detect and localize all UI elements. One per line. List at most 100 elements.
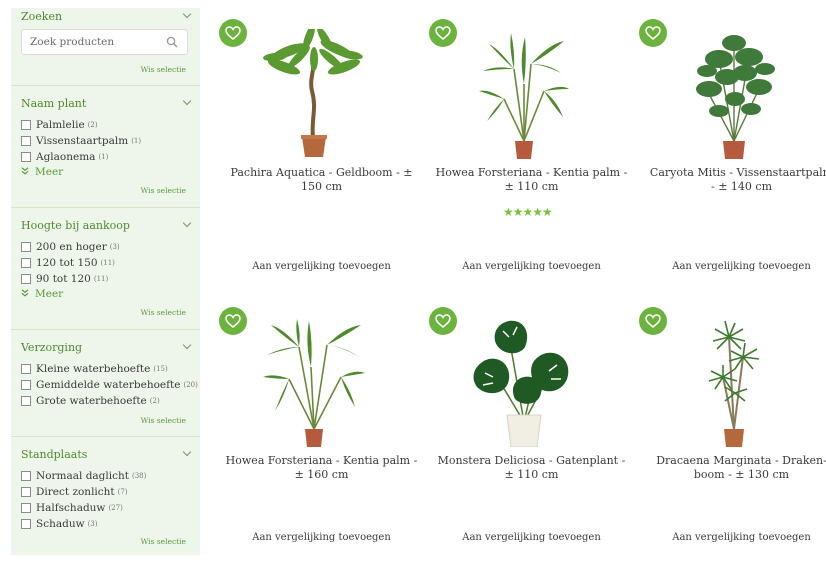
heart-icon xyxy=(225,314,241,328)
filter-option[interactable]: Gemiddelde waterbehoefte (20) xyxy=(21,379,198,391)
wishlist-heart-button[interactable] xyxy=(639,19,667,47)
rating-stars: ★★★★★ xyxy=(503,205,553,219)
filter-section-plant-name: Naam plant Palmlelie (2) Vissenstaartpalm… xyxy=(11,86,200,208)
filter-option-label: Grote waterbehoefte xyxy=(36,395,147,407)
filter-option[interactable]: Vissenstaartpalm (1) xyxy=(21,135,141,147)
product-card[interactable]: Howea Forsteriana - Kentia palm - ± 160 … xyxy=(219,307,424,563)
wishlist-heart-button[interactable] xyxy=(219,307,247,335)
search-icon[interactable] xyxy=(166,36,178,48)
product-title[interactable]: Dracaena Marginata - Draken- boom - ± 13… xyxy=(637,454,826,482)
filter-option[interactable]: Schaduw (3) xyxy=(21,518,98,530)
filter-section-location: Standplaats Normaal daglicht (38) Direct … xyxy=(11,437,200,555)
filter-title-plant-name[interactable]: Naam plant xyxy=(21,97,86,110)
filter-option-count: (20) xyxy=(183,381,198,389)
clear-selection-link[interactable]: Wis selectie xyxy=(141,308,186,317)
product-title[interactable]: Caryota Mitis - Vissenstaartpalm - ± 140… xyxy=(637,166,826,194)
add-to-compare-link[interactable]: Aan vergelijking toevoegen xyxy=(429,261,634,272)
product-title-line: boom - ± 130 cm xyxy=(693,468,790,481)
filter-option[interactable]: Palmlelie (2) xyxy=(21,119,98,131)
wishlist-heart-button[interactable] xyxy=(219,19,247,47)
add-to-compare-link[interactable]: Aan vergelijking toevoegen xyxy=(639,532,826,543)
clear-selection-link[interactable]: Wis selectie xyxy=(141,186,186,195)
checkbox[interactable] xyxy=(21,258,31,268)
checkbox[interactable] xyxy=(21,242,31,252)
filter-option[interactable]: 120 tot 150 (11) xyxy=(21,257,115,269)
product-title[interactable]: Howea Forsteriana - Kentia palm - ± 110 … xyxy=(427,166,636,194)
filter-option-count: (11) xyxy=(93,275,109,283)
filter-option-count: (3) xyxy=(87,520,98,528)
filter-section-search: Zoeken Wis selectie xyxy=(11,8,200,86)
chevron-down-icon[interactable] xyxy=(182,96,192,106)
chevron-down-icon[interactable] xyxy=(182,218,192,228)
product-title[interactable]: Monstera Deliciosa - Gatenplant - ± 110 … xyxy=(427,454,636,482)
add-to-compare-link[interactable]: Aan vergelijking toevoegen xyxy=(639,261,826,272)
monstera-plant-image xyxy=(473,320,569,447)
filter-option-label: Halfschaduw xyxy=(36,502,106,514)
checkbox[interactable] xyxy=(21,120,31,130)
wishlist-heart-button[interactable] xyxy=(429,307,457,335)
filter-option[interactable]: Direct zonlicht (7) xyxy=(21,486,128,498)
search-field[interactable] xyxy=(21,29,188,55)
filter-sidebar: Zoeken Wis selectie Naam plant Palmlelie… xyxy=(11,8,200,555)
filter-option-count: (27) xyxy=(108,504,123,512)
checkbox[interactable] xyxy=(21,471,31,481)
checkbox[interactable] xyxy=(21,503,31,513)
filter-title-care[interactable]: Verzorging xyxy=(21,341,82,354)
filter-title-search[interactable]: Zoeken xyxy=(21,10,62,23)
checkbox[interactable] xyxy=(21,487,31,497)
filter-option-count: (3) xyxy=(109,243,120,251)
caryota-plant-image xyxy=(696,35,775,159)
filter-title-location[interactable]: Standplaats xyxy=(21,448,87,461)
filter-option[interactable]: Grote waterbehoefte (2) xyxy=(21,395,160,407)
clear-selection-link[interactable]: Wis selectie xyxy=(141,65,186,74)
clear-selection-link[interactable]: Wis selectie xyxy=(141,416,186,425)
product-card[interactable]: Caryota Mitis - Vissenstaartpalm - ± 140… xyxy=(639,19,826,275)
heart-icon xyxy=(225,26,241,40)
filter-option[interactable]: 90 tot 120 (11) xyxy=(21,273,108,285)
filter-option[interactable]: Aglaonema (1) xyxy=(21,151,108,163)
filter-option-label: Palmlelie xyxy=(36,119,85,131)
filter-option[interactable]: Halfschaduw (27) xyxy=(21,502,123,514)
heart-icon xyxy=(435,26,451,40)
filter-option-label: 200 en hoger xyxy=(36,241,107,253)
wishlist-heart-button[interactable] xyxy=(429,19,457,47)
filter-option-count: (11) xyxy=(100,259,115,267)
checkbox[interactable] xyxy=(21,396,31,406)
checkbox[interactable] xyxy=(21,364,31,374)
product-card[interactable]: Dracaena Marginata - Draken- boom - ± 13… xyxy=(639,307,826,563)
chevron-down-icon[interactable] xyxy=(182,340,192,350)
add-to-compare-link[interactable]: Aan vergelijking toevoegen xyxy=(219,261,424,272)
chevron-down-icon[interactable] xyxy=(182,447,192,457)
product-title[interactable]: Howea Forsteriana - Kentia palm - ± 160 … xyxy=(217,454,426,482)
filter-option-label: Gemiddelde waterbehoefte xyxy=(36,379,181,391)
checkbox[interactable] xyxy=(21,136,31,146)
kentia-palm-image xyxy=(479,33,569,159)
filter-option[interactable]: Normaal daglicht (38) xyxy=(21,470,146,482)
show-more-link[interactable]: Meer xyxy=(21,166,63,178)
checkbox[interactable] xyxy=(21,519,31,529)
product-title-line: ± 160 cm xyxy=(294,468,349,481)
product-card[interactable]: Monstera Deliciosa - Gatenplant - ± 110 … xyxy=(429,307,634,563)
add-to-compare-link[interactable]: Aan vergelijking toevoegen xyxy=(219,532,424,543)
show-more-label: Meer xyxy=(35,166,64,178)
filter-option-label: Aglaonema xyxy=(36,151,96,163)
search-input[interactable] xyxy=(30,36,160,48)
filter-option-count: (1) xyxy=(98,153,109,161)
checkbox[interactable] xyxy=(21,274,31,284)
product-card[interactable]: Pachira Aquatica - Geldboom - ± 150 cm A… xyxy=(219,19,424,275)
show-more-link[interactable]: Meer xyxy=(21,288,63,300)
product-title[interactable]: Pachira Aquatica - Geldboom - ± 150 cm xyxy=(217,166,426,194)
filter-option-label: Schaduw xyxy=(36,518,85,530)
filter-option[interactable]: Kleine waterbehoefte (15) xyxy=(21,363,168,375)
filter-title-height[interactable]: Hoogte bij aankoop xyxy=(21,219,130,232)
filter-option[interactable]: 200 en hoger (3) xyxy=(21,241,120,253)
checkbox[interactable] xyxy=(21,380,31,390)
product-card[interactable]: Howea Forsteriana - Kentia palm - ± 110 … xyxy=(429,19,634,275)
product-title-line: Pachira Aquatica - Geldboom - ± xyxy=(230,166,413,179)
wishlist-heart-button[interactable] xyxy=(639,307,667,335)
checkbox[interactable] xyxy=(21,152,31,162)
show-more-label: Meer xyxy=(35,288,64,300)
add-to-compare-link[interactable]: Aan vergelijking toevoegen xyxy=(429,532,634,543)
chevron-down-icon[interactable] xyxy=(182,9,192,19)
clear-selection-link[interactable]: Wis selectie xyxy=(141,537,186,546)
